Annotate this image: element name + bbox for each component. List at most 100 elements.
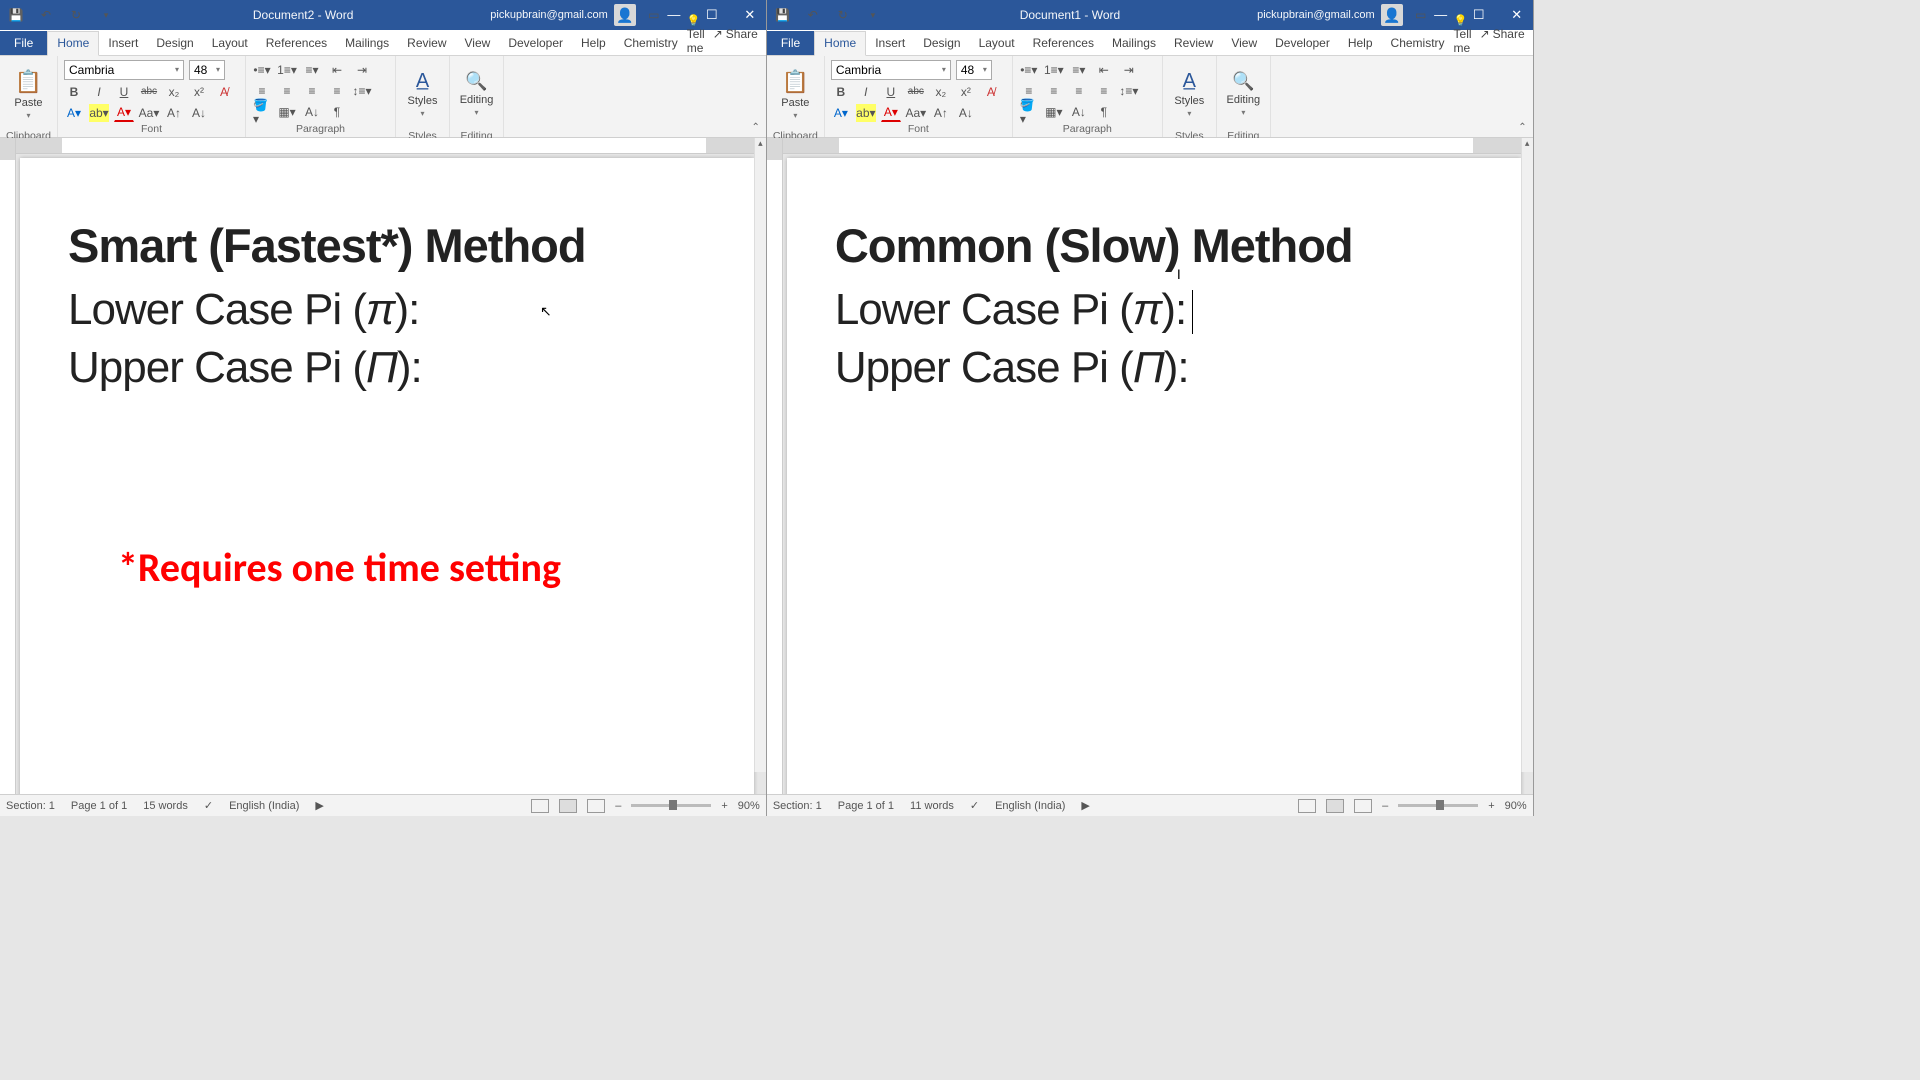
vertical-scrollbar[interactable]: ▴ <box>754 138 766 772</box>
editing-button[interactable]: 🔍Editing▾ <box>456 59 497 129</box>
increase-indent-button[interactable]: ⇥ <box>1119 61 1139 79</box>
collapse-ribbon-icon[interactable]: ⌃ <box>1518 122 1526 133</box>
web-layout-icon[interactable] <box>1354 799 1372 813</box>
font-size-selector[interactable]: 48▾ <box>956 60 992 80</box>
vertical-ruler[interactable] <box>767 138 783 794</box>
status-language[interactable]: English (India) <box>995 800 1065 812</box>
change-case-button[interactable]: Aa▾ <box>139 104 159 122</box>
tab-design[interactable]: Design <box>147 32 202 55</box>
tell-me-search[interactable]: Tell me <box>1454 13 1472 55</box>
font-size-selector[interactable]: 48▾ <box>189 60 225 80</box>
status-section[interactable]: Section: 1 <box>6 800 55 812</box>
account-email[interactable]: pickupbrain@gmail.com <box>490 9 608 21</box>
change-case-button[interactable]: Aa▾ <box>906 104 926 122</box>
font-color-button[interactable]: A▾ <box>881 104 901 122</box>
document-page[interactable]: Smart (Fastest*) Method Lower Case Pi (π… <box>20 158 754 794</box>
underline-button[interactable]: U <box>881 83 901 101</box>
zoom-slider[interactable] <box>1398 804 1478 807</box>
subscript-button[interactable]: x₂ <box>164 83 184 101</box>
bold-button[interactable]: B <box>831 83 851 101</box>
tab-chemistry[interactable]: Chemistry <box>615 32 687 55</box>
tab-references[interactable]: References <box>257 32 336 55</box>
text-effects-button[interactable]: A▾ <box>831 104 851 122</box>
font-color-button[interactable]: A▾ <box>114 104 134 122</box>
justify-button[interactable]: ≡ <box>327 82 347 100</box>
borders-button[interactable]: ▦▾ <box>1044 103 1064 121</box>
spellcheck-icon[interactable]: ✓ <box>204 799 213 812</box>
multilevel-button[interactable]: ≡▾ <box>1069 61 1089 79</box>
status-page[interactable]: Page 1 of 1 <box>838 800 894 812</box>
increase-indent-button[interactable]: ⇥ <box>352 61 372 79</box>
tab-layout[interactable]: Layout <box>970 32 1024 55</box>
share-button[interactable]: Share <box>1480 27 1525 41</box>
shading-button[interactable]: 🪣▾ <box>252 103 272 121</box>
styles-button[interactable]: A̲Styles▾ <box>402 59 443 129</box>
underline-button[interactable]: U <box>114 83 134 101</box>
print-layout-icon[interactable] <box>559 799 577 813</box>
tab-developer[interactable]: Developer <box>499 32 572 55</box>
status-section[interactable]: Section: 1 <box>773 800 822 812</box>
vertical-scrollbar[interactable]: ▴ <box>1521 138 1533 772</box>
tab-chemistry[interactable]: Chemistry <box>1382 32 1454 55</box>
tab-mailings[interactable]: Mailings <box>1103 32 1165 55</box>
borders-button[interactable]: ▦▾ <box>277 103 297 121</box>
align-center-button[interactable]: ≡ <box>277 82 297 100</box>
tab-view[interactable]: View <box>456 32 500 55</box>
zoom-out-button[interactable]: – <box>615 800 621 812</box>
zoom-in-button[interactable]: + <box>721 800 727 812</box>
line-spacing-button[interactable]: ↕≡▾ <box>352 82 372 100</box>
status-page[interactable]: Page 1 of 1 <box>71 800 127 812</box>
numbering-button[interactable]: 1≡▾ <box>1044 61 1064 79</box>
numbering-button[interactable]: 1≡▾ <box>277 61 297 79</box>
spellcheck-icon[interactable]: ✓ <box>970 799 979 812</box>
text-effects-button[interactable]: A▾ <box>64 104 84 122</box>
editing-button[interactable]: 🔍Editing▾ <box>1223 59 1264 129</box>
save-icon[interactable]: 💾 <box>6 6 26 24</box>
align-center-button[interactable]: ≡ <box>1044 82 1064 100</box>
tab-mailings[interactable]: Mailings <box>336 32 398 55</box>
bullets-button[interactable]: •≡▾ <box>1019 61 1039 79</box>
multilevel-button[interactable]: ≡▾ <box>302 61 322 79</box>
italic-button[interactable]: I <box>89 83 109 101</box>
read-mode-icon[interactable] <box>531 799 549 813</box>
tab-home[interactable]: Home <box>47 31 99 56</box>
qat-customize-icon[interactable]: ▾ <box>96 6 116 24</box>
paste-button[interactable]: 📋Paste▾ <box>6 59 51 129</box>
status-words[interactable]: 15 words <box>143 800 188 812</box>
align-right-button[interactable]: ≡ <box>302 82 322 100</box>
minimize-icon[interactable]: — <box>664 7 684 23</box>
shading-button[interactable]: 🪣▾ <box>1019 103 1039 121</box>
grow-font-button[interactable]: A↑ <box>931 104 951 122</box>
sort-button[interactable]: A↓ <box>302 103 322 121</box>
grow-font-button[interactable]: A↑ <box>164 104 184 122</box>
collapse-ribbon-icon[interactable]: ⌃ <box>751 122 759 133</box>
document-page[interactable]: Common (Slow) Method Lower Case Pi (π): … <box>787 158 1521 794</box>
clear-format-button[interactable]: A̸ <box>981 83 1001 101</box>
tab-help[interactable]: Help <box>1339 32 1382 55</box>
shrink-font-button[interactable]: A↓ <box>189 104 209 122</box>
zoom-out-button[interactable]: – <box>1382 800 1388 812</box>
horizontal-ruler[interactable] <box>783 138 1533 154</box>
tab-insert[interactable]: Insert <box>99 32 147 55</box>
tab-insert[interactable]: Insert <box>866 32 914 55</box>
minimize-icon[interactable]: — <box>1431 7 1451 23</box>
macro-icon[interactable]: ▶ <box>315 799 323 812</box>
highlight-button[interactable]: ab▾ <box>856 104 876 122</box>
bullets-button[interactable]: •≡▾ <box>252 61 272 79</box>
status-language[interactable]: English (India) <box>229 800 299 812</box>
decrease-indent-button[interactable]: ⇤ <box>1094 61 1114 79</box>
tell-me-search[interactable]: Tell me <box>687 13 705 55</box>
account-email[interactable]: pickupbrain@gmail.com <box>1257 9 1375 21</box>
zoom-slider[interactable] <box>631 804 711 807</box>
print-layout-icon[interactable] <box>1326 799 1344 813</box>
tab-review[interactable]: Review <box>1165 32 1222 55</box>
redo-icon[interactable]: ↻ <box>66 6 86 24</box>
font-name-selector[interactable]: Cambria▾ <box>64 60 184 80</box>
tab-design[interactable]: Design <box>914 32 969 55</box>
tab-help[interactable]: Help <box>572 32 615 55</box>
strikethrough-button[interactable]: abc <box>906 83 926 101</box>
tab-layout[interactable]: Layout <box>203 32 257 55</box>
share-button[interactable]: Share <box>713 27 758 41</box>
redo-icon[interactable]: ↻ <box>833 6 853 24</box>
zoom-in-button[interactable]: + <box>1488 800 1494 812</box>
